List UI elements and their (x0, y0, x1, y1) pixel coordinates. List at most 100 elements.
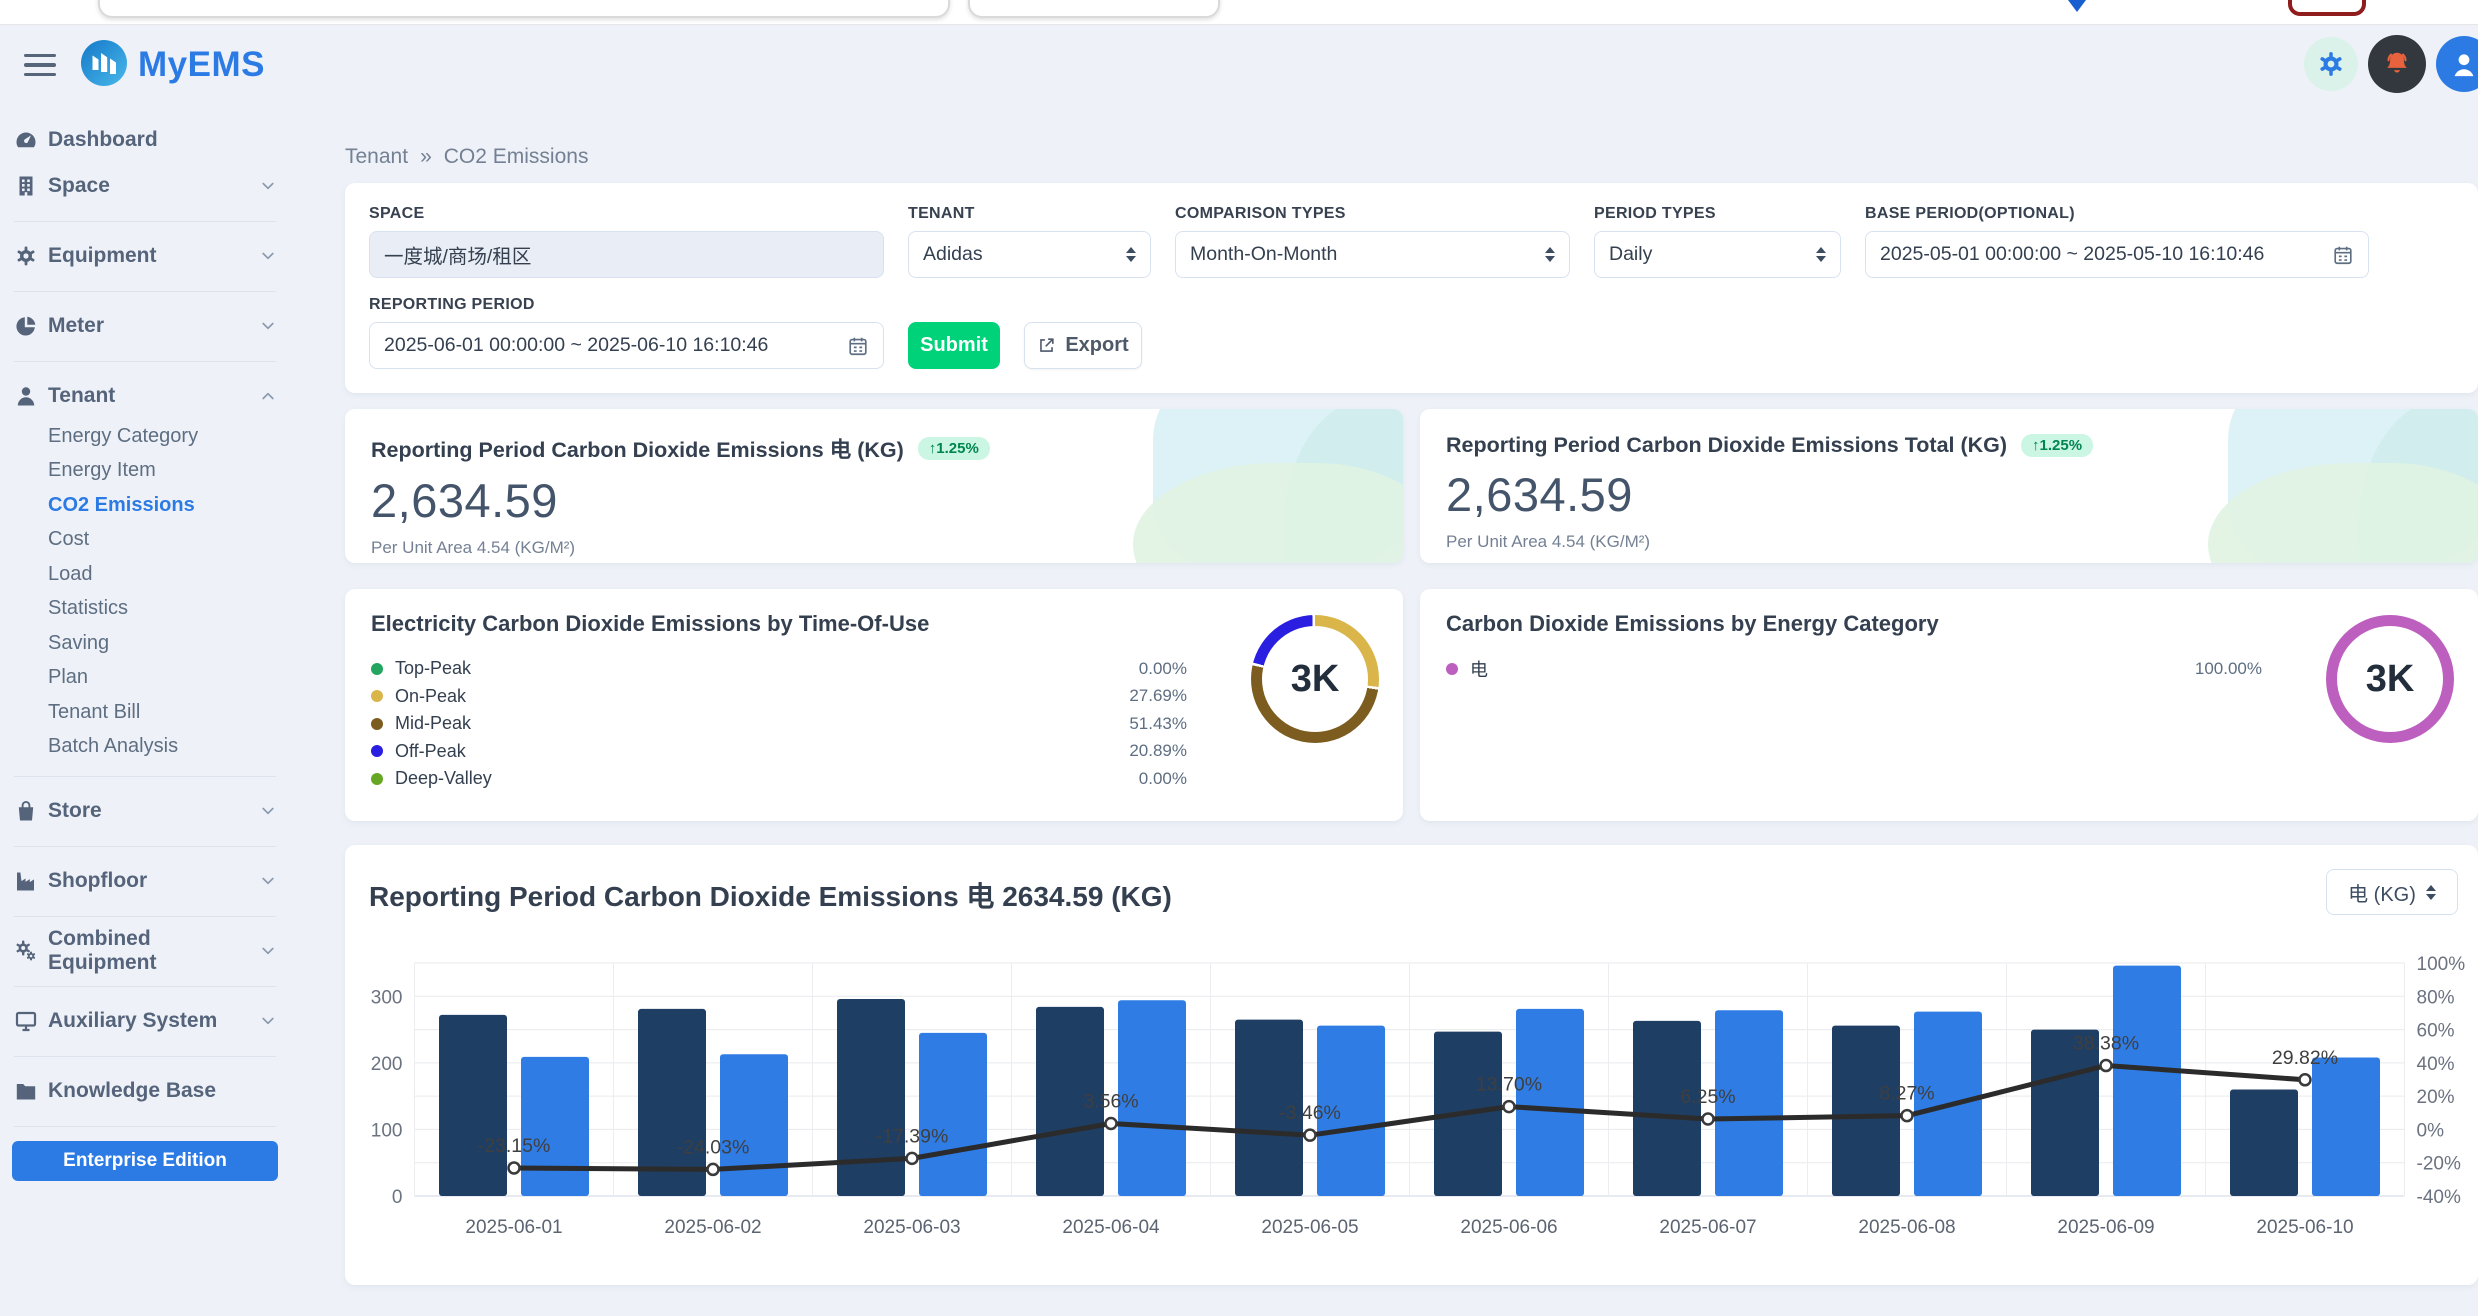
x-tick-2025-06-04: 2025-06-04 (1062, 1217, 1160, 1238)
sidebar-subitem-energy-category[interactable]: Energy Category (0, 419, 290, 454)
sidebar-subitem-statistics[interactable]: Statistics (0, 592, 290, 627)
sidebar-divider (14, 776, 276, 777)
kpi-value: 2,634.59 (371, 473, 1377, 528)
comparison-types-select[interactable]: Month-On-Month (1175, 231, 1570, 278)
kpi-change-badge: ↑1.25% (2021, 434, 2093, 457)
sidebar-subitem-plan[interactable]: Plan (0, 661, 290, 696)
period-types-select[interactable]: Daily (1594, 231, 1841, 278)
emissions-bar-line-chart: 0100200300-40%-20%0%20%40%60%80%100%-23.… (369, 941, 2458, 1253)
bar-reporting-2025-06-03 (919, 1033, 987, 1196)
export-button-label: Export (1065, 334, 1128, 357)
chevron-down-icon (260, 318, 276, 334)
sidebar-divider (14, 221, 276, 222)
reporting-period-field[interactable] (369, 322, 884, 369)
base-period-input[interactable] (1880, 243, 2332, 266)
sidebar-item-auxiliary-system[interactable]: Auxiliary System (0, 998, 290, 1044)
legend-item-top-peak[interactable]: Top-Peak0.00% (371, 655, 1187, 683)
x-tick-2025-06-06: 2025-06-06 (1460, 1217, 1557, 1238)
space-input[interactable] (384, 243, 869, 266)
main-content: Tenant » CO2 Emissions SPACE TENANT Adid… (290, 105, 2478, 1316)
submit-button[interactable]: Submit (908, 322, 1000, 369)
sidebar-divider (14, 986, 276, 987)
folder-icon (14, 1079, 38, 1103)
bar-reporting-2025-06-06 (1516, 1009, 1584, 1196)
sidebar-item-label: Meter (48, 314, 104, 338)
donut-legend: 电100.00% (1446, 655, 2262, 683)
y-right-tick: -20% (2417, 1154, 2461, 1175)
sidebar-item-shopfloor[interactable]: Shopfloor (0, 858, 290, 904)
settings-gear-icon[interactable] (2304, 37, 2358, 91)
sidebar-subitem-tenant-bill[interactable]: Tenant Bill (0, 695, 290, 730)
y-left-tick: 200 (371, 1054, 403, 1075)
x-tick-2025-06-09: 2025-06-09 (2057, 1217, 2154, 1238)
enterprise-edition-button[interactable]: Enterprise Edition (12, 1141, 278, 1181)
chevron-down-icon (260, 248, 276, 264)
browser-download-arrow-icon[interactable] (2068, 0, 2086, 12)
x-tick-2025-06-10: 2025-06-10 (2256, 1217, 2353, 1238)
base-period-field[interactable] (1865, 231, 2369, 278)
legend-dot (371, 690, 383, 702)
legend-dot (371, 773, 383, 785)
sidebar-subitem-cost[interactable]: Cost (0, 523, 290, 558)
base-period-label: BASE PERIOD(OPTIONAL) (1865, 205, 2369, 223)
line-marker (1305, 1130, 1316, 1141)
sidebar-item-space[interactable]: Space (0, 163, 290, 209)
legend-item-off-peak[interactable]: Off-Peak20.89% (371, 738, 1187, 766)
sidebar-subitem-load[interactable]: Load (0, 557, 290, 592)
browser-address-bar[interactable] (98, 0, 950, 18)
gear-icon (14, 244, 38, 268)
sidebar-item-combined-equipment[interactable]: Combined Equipment (0, 928, 290, 974)
sidebar-item-label: Equipment (48, 244, 157, 268)
legend-item-on-peak[interactable]: On-Peak27.69% (371, 683, 1187, 711)
bar-reporting-2025-06-01 (521, 1057, 589, 1196)
line-marker (2300, 1074, 2311, 1085)
sidebar-item-dashboard[interactable]: Dashboard (0, 117, 290, 163)
bar-base-2025-06-07 (1633, 1021, 1701, 1196)
sidebar-item-label: Tenant (48, 384, 115, 408)
export-button[interactable]: Export (1024, 322, 1142, 369)
app-logo[interactable]: MyEMS (80, 39, 265, 92)
reporting-period-input[interactable] (384, 334, 847, 357)
browser-secondary-bar[interactable] (968, 0, 1220, 18)
sidebar-item-knowledge-base[interactable]: Knowledge Base (0, 1068, 290, 1114)
breadcrumb-tenant[interactable]: Tenant (345, 145, 408, 169)
y-right-tick: -40% (2417, 1187, 2461, 1208)
line-label: 38.38% (2073, 1033, 2139, 1055)
x-tick-2025-06-02: 2025-06-02 (664, 1217, 761, 1238)
sidebar-item-tenant[interactable]: Tenant (0, 373, 290, 419)
sidebar-subitem-energy-item[interactable]: Energy Item (0, 454, 290, 489)
breadcrumb-co2-emissions[interactable]: CO2 Emissions (444, 145, 589, 169)
kpi-change-badge: ↑1.25% (918, 437, 990, 460)
sidebar-divider (14, 1126, 276, 1127)
top-navbar: MyEMS (0, 25, 2478, 105)
sidebar-item-store[interactable]: Store (0, 788, 290, 834)
hamburger-menu-icon[interactable] (24, 54, 56, 77)
y-right-tick: 20% (2417, 1087, 2455, 1108)
legend-item-mid-peak[interactable]: Mid-Peak51.43% (371, 710, 1187, 738)
sidebar-subitem-batch-analysis[interactable]: Batch Analysis (0, 730, 290, 765)
tenant-label: TENANT (908, 205, 1151, 223)
select-arrows-icon (1126, 247, 1136, 262)
sidebar-item-equipment[interactable]: Equipment (0, 233, 290, 279)
y-left-tick: 300 (371, 987, 403, 1008)
space-field[interactable] (369, 231, 884, 278)
line-label: -24.03% (677, 1136, 750, 1158)
tenant-select[interactable]: Adidas (908, 231, 1151, 278)
y-right-tick: 0% (2417, 1120, 2445, 1141)
logo-mark-icon (80, 39, 128, 92)
legend-item-deep-valley[interactable]: Deep-Valley0.00% (371, 765, 1187, 793)
user-avatar[interactable] (2436, 36, 2478, 92)
sidebar-subitem-saving[interactable]: Saving (0, 626, 290, 661)
unit-select[interactable]: 电 (KG) (2326, 869, 2458, 915)
legend-percent: 27.69% (1129, 686, 1187, 706)
legend-item-[interactable]: 电100.00% (1446, 655, 2262, 683)
notifications-bell-icon[interactable] (2368, 35, 2426, 93)
unit-select-value: 电 (KG) (2348, 878, 2416, 907)
gears-icon (14, 939, 38, 963)
sidebar-subitem-co2-emissions[interactable]: CO2 Emissions (0, 488, 290, 523)
chevron-down-icon (260, 178, 276, 194)
sidebar-item-meter[interactable]: Meter (0, 303, 290, 349)
period-select-value: Daily (1609, 243, 1652, 266)
line-marker (1504, 1101, 1515, 1112)
sidebar-item-label: Auxiliary System (48, 1009, 217, 1033)
